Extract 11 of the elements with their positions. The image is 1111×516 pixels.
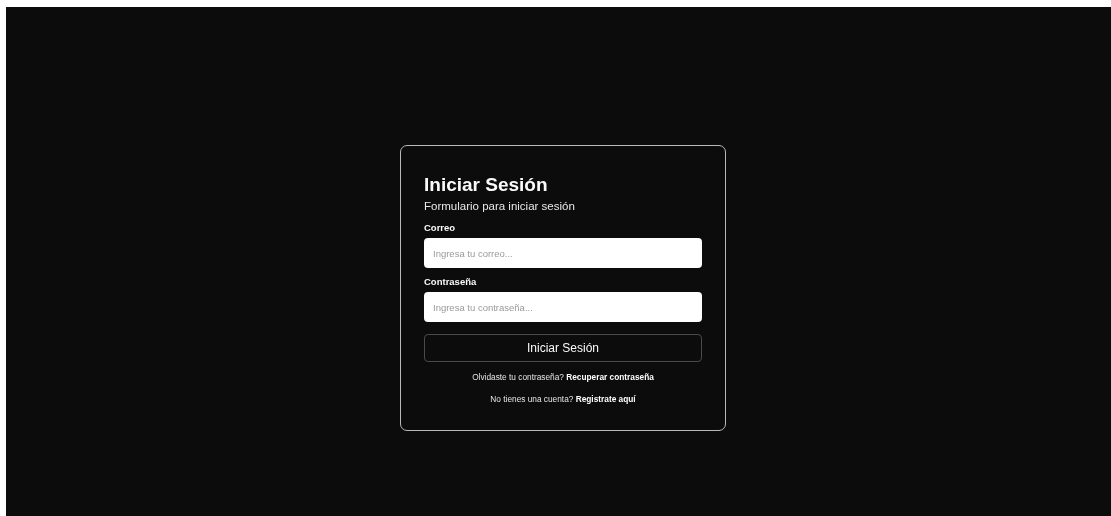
text-link[interactable]: Recuperar contraseña bbox=[566, 372, 654, 382]
input-field[interactable]: Ingresa tu correo... bbox=[424, 238, 702, 268]
field-label: Correo bbox=[424, 221, 457, 234]
text-link[interactable]: Registrate aquí bbox=[575, 394, 636, 404]
submit-button[interactable]: Iniciar Sesión bbox=[424, 334, 702, 362]
help-text: No tienes una cuenta? Registrate aquí bbox=[489, 393, 637, 405]
form-title: Iniciar Sesión bbox=[424, 173, 549, 197]
help-text: Olvidaste tu contraseña? Recuperar contraseña bbox=[471, 371, 655, 383]
input-field[interactable]: Ingresa tu contraseña... bbox=[424, 292, 702, 322]
field-label: Contraseña bbox=[424, 275, 478, 288]
form-subtitle: Formulario para iniciar sesión bbox=[424, 199, 576, 214]
